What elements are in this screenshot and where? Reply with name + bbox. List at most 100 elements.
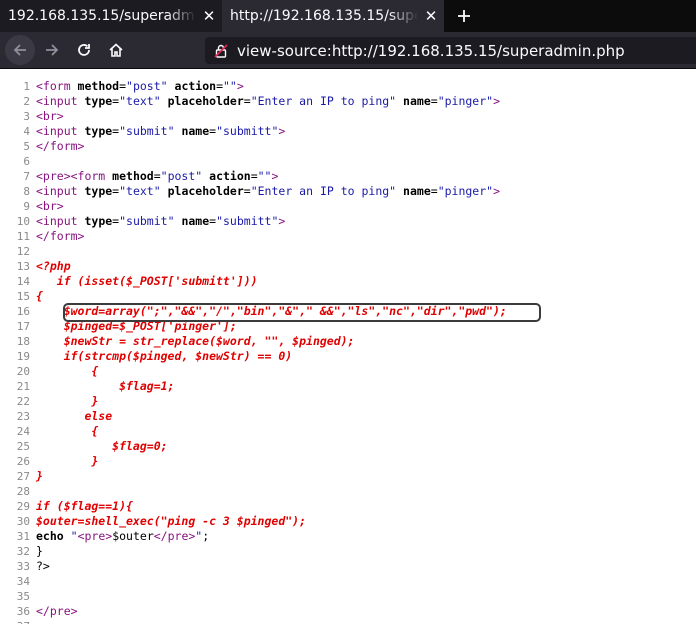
source-line: 2 <input type="text" placeholder="Enter a… xyxy=(0,94,696,109)
line-code: if ($flag==1){ xyxy=(36,499,133,514)
code-token: $newStr = str_replace($word, "", $pinged… xyxy=(36,334,355,348)
source-line: 15 { xyxy=(0,289,696,304)
source-line: 31 echo "<pre>$outer</pre>"; xyxy=(0,529,696,544)
close-tab-icon[interactable]: ✕ xyxy=(418,0,444,32)
line-code: else xyxy=(36,409,112,424)
code-token: = xyxy=(119,79,127,93)
home-button[interactable] xyxy=(100,34,132,66)
line-code: <br> xyxy=(36,109,64,124)
line-number: 11 xyxy=(16,230,30,243)
code-token: name xyxy=(403,184,431,198)
line-number: 22 xyxy=(16,395,30,408)
line-number: 4 xyxy=(23,125,30,138)
code-token: echo xyxy=(36,529,64,543)
tab-superadmin[interactable]: 192.168.135.15/superadmin.php ✕ xyxy=(0,0,222,32)
insecure-lock-icon[interactable] xyxy=(213,43,229,59)
code-token: "pinger" xyxy=(437,94,494,108)
reload-button[interactable] xyxy=(68,34,100,66)
source-line: 37 xyxy=(0,619,696,624)
code-token: > xyxy=(271,169,279,183)
forward-arrow-icon xyxy=(46,44,59,56)
home-icon xyxy=(109,43,123,57)
highlight-annotation-box xyxy=(63,303,541,322)
source-line: 14 if (isset($_POST['submitt'])) xyxy=(0,274,696,289)
code-token: placeholder xyxy=(167,94,244,108)
line-code: $flag=1; xyxy=(36,379,174,394)
line-number: 28 xyxy=(16,485,30,498)
tab-title: http://192.168.135.15/superadmin.php xyxy=(230,8,418,24)
code-token: </form> xyxy=(36,229,85,243)
code-token: = xyxy=(243,184,251,198)
line-number: 15 xyxy=(16,290,30,303)
source-line: 11 </form> xyxy=(0,229,696,244)
code-token: = xyxy=(243,94,251,108)
source-view: 1 <form method="post" action=""> 2 <input t… xyxy=(0,79,696,624)
code-token: <input xyxy=(36,94,85,108)
line-number: 37 xyxy=(0,619,36,624)
line-code: } xyxy=(36,454,98,469)
close-tab-icon[interactable]: ✕ xyxy=(196,0,222,32)
line-number: 13 xyxy=(16,260,30,273)
line-number: 9 xyxy=(23,200,30,213)
source-line: 7 <pre><form method="post" action=""> xyxy=(0,169,696,184)
line-code: } xyxy=(36,469,43,484)
line-number: 19 xyxy=(16,350,30,363)
code-token: if(strcmp($pinged, $newStr) == 0) xyxy=(36,349,293,363)
back-button[interactable] xyxy=(4,34,36,66)
code-token: $flag=1; xyxy=(36,379,175,393)
code-token: "post" xyxy=(160,169,203,183)
line-code: <input type="text" placeholder="Enter an… xyxy=(36,94,500,109)
line-code: echo "<pre>$outer</pre>"; xyxy=(36,529,209,544)
code-token: } xyxy=(36,544,43,558)
line-number: 18 xyxy=(16,335,30,348)
line-code: $flag=0; xyxy=(36,439,167,454)
code-token: "" xyxy=(223,79,237,93)
line-code: { xyxy=(36,364,98,379)
code-token: "submitt" xyxy=(216,214,279,228)
code-token: > xyxy=(493,94,501,108)
line-number: 5 xyxy=(23,140,30,153)
code-token: "Enter an IP to ping" xyxy=(250,184,397,198)
line-number: 3 xyxy=(23,110,30,123)
line-code: </form> xyxy=(36,139,84,154)
code-token: name xyxy=(181,214,210,228)
code-token: ; xyxy=(202,529,210,543)
source-line: 8 <input type="text" placeholder="Enter a… xyxy=(0,184,696,199)
source-line: 28 xyxy=(0,484,696,499)
code-token: = xyxy=(153,169,161,183)
address-bar[interactable]: view-source:http://192.168.135.15/supera… xyxy=(205,37,696,64)
line-number: 17 xyxy=(16,320,30,333)
code-token: "post" xyxy=(126,79,168,93)
code-token: name xyxy=(181,124,210,138)
line-number: 1 xyxy=(23,80,30,93)
code-token: <form xyxy=(36,79,78,93)
code-token: > xyxy=(278,124,286,138)
code-token: action xyxy=(174,79,217,93)
new-tab-button[interactable] xyxy=(450,0,478,32)
code-token: <?php xyxy=(36,259,71,273)
line-code: $outer=shell_exec("ping -c 3 $pinged"); xyxy=(36,514,306,529)
line-code: } xyxy=(36,544,43,559)
code-token: " xyxy=(70,529,78,543)
source-line: 19 if(strcmp($pinged, $newStr) == 0) xyxy=(0,349,696,364)
line-code: } xyxy=(36,394,98,409)
line-number: 30 xyxy=(16,515,30,528)
line-number: 21 xyxy=(16,380,30,393)
line-code: { xyxy=(36,424,98,439)
code-token: } xyxy=(36,469,43,483)
tab-view-source[interactable]: http://192.168.135.15/superadmin.php ✕ xyxy=(222,0,444,32)
line-code: <form method="post" action=""> xyxy=(36,79,244,94)
source-line: 13 <?php xyxy=(0,259,696,274)
line-code: <pre><form method="post" action=""> xyxy=(36,169,278,184)
line-code: <input type="submit" name="submitt"> xyxy=(36,214,285,229)
forward-button[interactable] xyxy=(36,34,68,66)
plus-icon xyxy=(458,10,470,22)
line-number: 25 xyxy=(16,440,30,453)
code-token: type xyxy=(84,214,113,228)
source-line: 30 $outer=shell_exec("ping -c 3 $pinged")… xyxy=(0,514,696,529)
source-line: 24 { xyxy=(0,424,696,439)
line-code: $newStr = str_replace($word, "", $pinged… xyxy=(36,334,355,349)
